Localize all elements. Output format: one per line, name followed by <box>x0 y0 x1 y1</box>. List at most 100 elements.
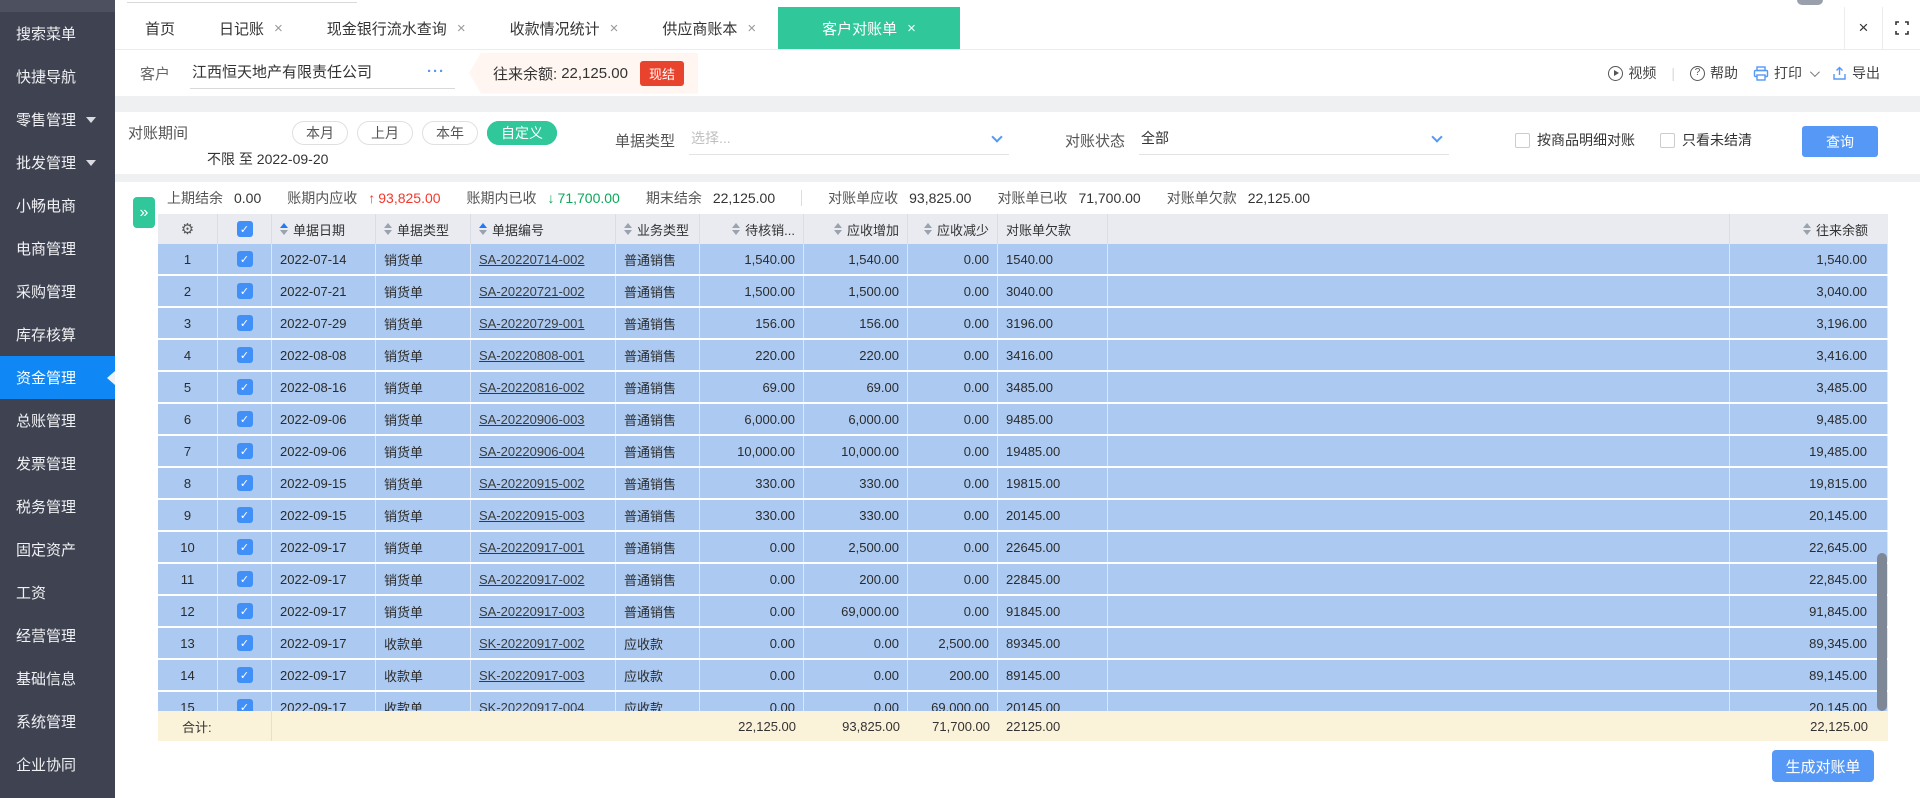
generate-statement-button[interactable]: 生成对账单 <box>1772 750 1874 782</box>
row-checkbox[interactable]: ✓ <box>236 699 253 711</box>
doc-number-link[interactable]: SK-20220917-002 <box>479 636 585 651</box>
expand-panel-icon[interactable]: » <box>133 197 155 228</box>
row-checkbox[interactable]: ✓ <box>236 443 253 459</box>
export-button[interactable]: 导出 <box>1832 63 1880 83</box>
sidebar-item-系统管理[interactable]: 系统管理 <box>0 700 115 743</box>
row-checkbox[interactable]: ✓ <box>236 283 253 299</box>
sidebar-item-总账管理[interactable]: 总账管理 <box>0 399 115 442</box>
video-button[interactable]: 视频 <box>1608 63 1656 83</box>
doc-type-select[interactable]: 选择... <box>689 126 1010 155</box>
unsettled-only-checkbox[interactable]: 只看未结清 <box>1660 130 1752 150</box>
row-checkbox[interactable]: ✓ <box>236 539 253 555</box>
doc-number-link[interactable]: SK-20220917-004 <box>479 700 585 712</box>
column-header-单据编号[interactable]: 单据编号 <box>471 214 616 244</box>
row-checkbox[interactable]: ✓ <box>236 571 253 587</box>
fullscreen-icon[interactable] <box>1882 7 1920 49</box>
doc-number-link[interactable]: SA-20220915-003 <box>479 508 585 523</box>
row-checkbox[interactable]: ✓ <box>236 507 253 523</box>
doc-number-link[interactable]: SA-20220917-001 <box>479 540 585 555</box>
doc-number-link[interactable]: SA-20220906-003 <box>479 412 585 427</box>
period-pill-自定义[interactable]: 自定义 <box>487 120 557 145</box>
close-tab-icon[interactable]: × <box>274 21 283 36</box>
tab-收款情况统计[interactable]: 收款情况统计 × <box>488 7 641 49</box>
sidebar-item-搜索菜单[interactable]: 搜索菜单 <box>0 12 115 55</box>
doc-number-link[interactable]: SA-20220917-003 <box>479 604 585 619</box>
row-checkbox[interactable]: ✓ <box>236 251 253 267</box>
tab-现金银行流水查询[interactable]: 现金银行流水查询 × <box>305 7 488 49</box>
column-header-对账单欠款[interactable]: 对账单欠款 <box>998 214 1108 244</box>
query-button[interactable]: 查询 <box>1802 126 1878 157</box>
customer-select-field[interactable]: 江西恒天地产有限责任公司 ··· <box>190 57 456 89</box>
close-tab-icon[interactable]: × <box>747 21 756 36</box>
row-checkbox[interactable]: ✓ <box>236 315 253 331</box>
row-checkbox[interactable]: ✓ <box>236 411 253 427</box>
sidebar-item-经营管理[interactable]: 经营管理 <box>0 614 115 657</box>
column-header-单据类型[interactable]: 单据类型 <box>376 214 471 244</box>
sidebar-item-电商管理[interactable]: 电商管理 <box>0 227 115 270</box>
close-tab-icon[interactable]: × <box>907 21 916 36</box>
sort-icon[interactable] <box>384 223 392 235</box>
sidebar-item-快捷导航[interactable]: 快捷导航 <box>0 55 115 98</box>
tab-日记账[interactable]: 日记账 × <box>197 7 305 49</box>
period-pill-本年[interactable]: 本年 <box>422 120 478 145</box>
period-pill-本月[interactable]: 本月 <box>292 120 348 145</box>
product-detail-checkbox[interactable]: 按商品明细对账 <box>1515 130 1635 150</box>
help-button[interactable]: ? 帮助 <box>1690 63 1738 83</box>
sort-icon[interactable] <box>1802 223 1811 235</box>
doc-number-link[interactable]: SA-20220816-002 <box>479 380 585 395</box>
close-tab-icon[interactable]: × <box>457 21 466 36</box>
doc-number-link[interactable]: SA-20220917-002 <box>479 572 585 587</box>
select-all-checkbox[interactable]: ✓ <box>236 221 253 237</box>
doc-number-link[interactable]: SA-20220906-004 <box>479 444 585 459</box>
row-checkbox[interactable]: ✓ <box>236 603 253 619</box>
column-header-单据日期[interactable]: 单据日期 <box>272 214 376 244</box>
gear-icon[interactable]: ⚙ <box>181 220 194 238</box>
sort-icon[interactable] <box>923 223 932 235</box>
tab-供应商账本[interactable]: 供应商账本 × <box>640 7 778 49</box>
tab-客户对账单[interactable]: 客户对账单 × <box>778 7 960 49</box>
close-tab-icon[interactable]: × <box>610 21 619 36</box>
period-pill-上月[interactable]: 上月 <box>357 120 413 145</box>
close-icon[interactable]: × <box>1844 7 1882 49</box>
sidebar-item-库存核算[interactable]: 库存核算 <box>0 313 115 356</box>
sidebar-item-固定资产[interactable]: 固定资产 <box>0 528 115 571</box>
print-button[interactable]: 打印 <box>1753 63 1820 83</box>
column-header-往来余额[interactable]: 往来余额 <box>1730 214 1888 244</box>
row-checkbox[interactable]: ✓ <box>236 475 253 491</box>
sidebar-item-批发管理[interactable]: 批发管理 <box>0 141 115 184</box>
sort-icon[interactable] <box>624 223 632 235</box>
sidebar-item-基础信息[interactable]: 基础信息 <box>0 657 115 700</box>
doc-number-link[interactable]: SK-20220917-003 <box>479 668 585 683</box>
vertical-scrollbar[interactable] <box>1876 244 1888 711</box>
row-checkbox[interactable]: ✓ <box>236 347 253 363</box>
sidebar-item-企业协同[interactable]: 企业协同 <box>0 743 115 786</box>
status-select[interactable]: 全部 <box>1139 126 1450 155</box>
column-header-应收减少[interactable]: 应收减少 <box>908 214 998 244</box>
sort-icon[interactable] <box>833 223 842 235</box>
sidebar-item-工资[interactable]: 工资 <box>0 571 115 614</box>
doc-number-link[interactable]: SA-20220915-002 <box>479 476 585 491</box>
row-checkbox[interactable]: ✓ <box>236 667 253 683</box>
sort-icon[interactable] <box>280 223 288 235</box>
sidebar-item-零售管理[interactable]: 零售管理 <box>0 98 115 141</box>
column-header-待核销...[interactable]: 待核销... <box>700 214 804 244</box>
scrollbar-thumb[interactable] <box>1877 553 1887 711</box>
sidebar-item-小畅电商[interactable]: 小畅电商 <box>0 184 115 227</box>
doc-number-link[interactable]: SA-20220714-002 <box>479 252 585 267</box>
sidebar-item-税务管理[interactable]: 税务管理 <box>0 485 115 528</box>
row-checkbox[interactable]: ✓ <box>236 379 253 395</box>
column-header-应收增加[interactable]: 应收增加 <box>804 214 908 244</box>
sort-icon[interactable] <box>732 223 741 235</box>
sidebar-item-资金管理[interactable]: 资金管理 <box>0 356 115 399</box>
sidebar-item-发票管理[interactable]: 发票管理 <box>0 442 115 485</box>
doc-number-link[interactable]: SA-20220721-002 <box>479 284 585 299</box>
sidebar-item-采购管理[interactable]: 采购管理 <box>0 270 115 313</box>
column-header-业务类型[interactable]: 业务类型 <box>616 214 700 244</box>
period-range-text[interactable]: 不限 至 2022-09-20 <box>207 149 328 169</box>
doc-number-link[interactable]: SA-20220808-001 <box>479 348 585 363</box>
sort-icon[interactable] <box>479 223 487 235</box>
doc-number-link[interactable]: SA-20220729-001 <box>479 316 585 331</box>
row-checkbox[interactable]: ✓ <box>236 635 253 651</box>
tab-首页[interactable]: 首页 <box>123 7 197 49</box>
more-options-icon[interactable]: ··· <box>427 64 445 78</box>
